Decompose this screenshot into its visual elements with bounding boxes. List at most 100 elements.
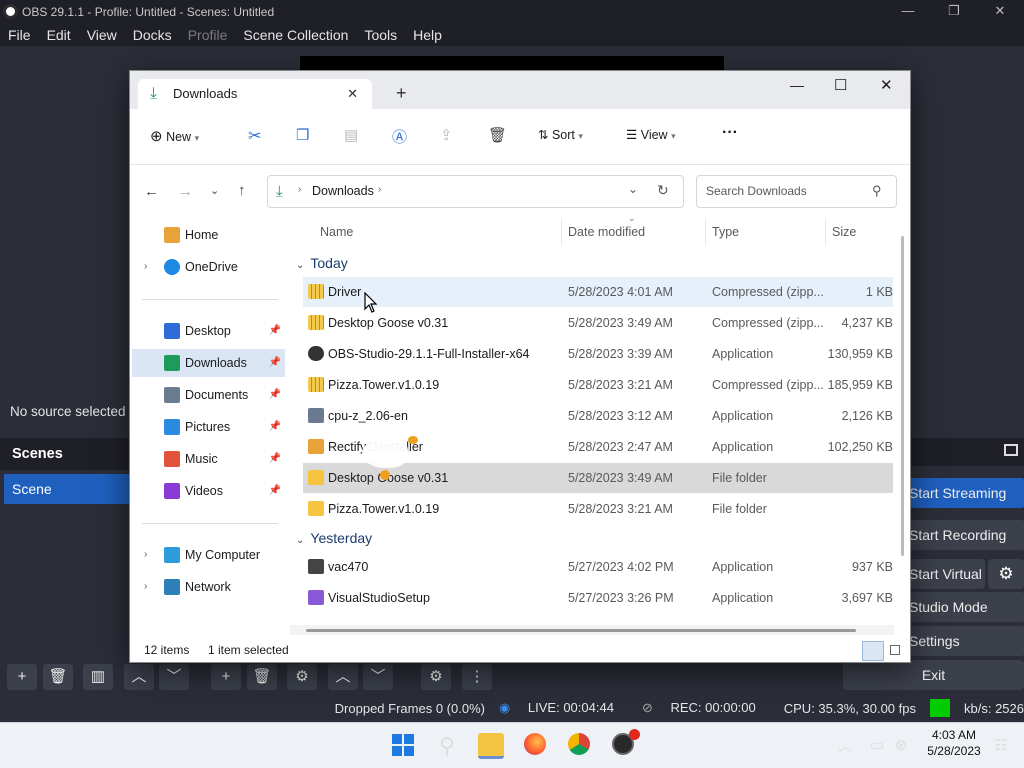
minimize-button[interactable]: — [790,77,804,93]
details-view-icon[interactable] [862,641,884,661]
menu-profile[interactable]: Profile [180,27,236,43]
file-explorer-icon[interactable] [478,733,504,759]
address-bar[interactable]: ⤓ › Downloads › ⌄ ↻ [267,175,684,208]
move-source-up-icon[interactable]: ︿ [328,664,358,690]
nav-my-computer[interactable]: › My Computer [140,541,285,569]
close-button[interactable]: ✕ [880,76,893,94]
sort-button[interactable]: ⇅ Sort ▾ [538,127,583,142]
nav-desktop[interactable]: Desktop 📌 [140,317,285,345]
file-row[interactable]: vac470 5/27/2023 4:02 PM Application 937 KB [303,552,893,582]
undock-icon[interactable] [1004,444,1018,456]
audio-mixer-menu-icon[interactable]: ⋮ [462,664,492,690]
maximize-button[interactable]: ☐ [834,76,847,94]
nav-documents[interactable]: Documents 📌 [140,381,285,409]
taskbar-clock[interactable]: 4:03 AM 5/28/2023 [918,727,990,759]
recent-locations-icon[interactable]: ⌄ [210,184,219,197]
file-row[interactable]: Pizza.Tower.v1.0.19 5/28/2023 3:21 AM File… [303,494,893,524]
virtual-camera-settings-icon[interactable]: ⚙ [988,559,1024,589]
close-tab-icon[interactable]: ✕ [347,79,358,109]
tab-downloads[interactable]: ⤓ Downloads ✕ [138,79,372,109]
firefox-icon[interactable] [522,733,548,759]
address-dropdown-icon[interactable]: ⌄ [628,182,638,196]
share-icon[interactable]: ⇪ [440,126,453,144]
file-row[interactable]: cpu-z_2.06-en 5/28/2023 3:12 AM Applicatio… [303,401,893,431]
vertical-scrollbar[interactable] [901,236,904,556]
cpu-z-app-icon [308,408,324,423]
back-icon[interactable]: ← [144,183,159,200]
obs-taskbar-icon[interactable] [610,729,640,759]
menu-help[interactable]: Help [405,27,450,43]
expand-chevron-icon[interactable]: › [144,573,147,601]
column-name[interactable]: Name [320,225,353,239]
expand-chevron-icon[interactable]: › [144,253,147,281]
file-row[interactable]: OBS-Studio-29.1.1-Full-Installer-x64 5/28… [303,339,893,369]
add-source-icon[interactable]: + [211,664,241,690]
delete-icon[interactable]: 🗑 [488,126,507,144]
more-options-button[interactable]: ··· [722,124,738,142]
nav-downloads[interactable]: Downloads 📌 [132,349,285,377]
audio-mixer-settings-icon[interactable]: ⚙ [421,664,451,690]
chrome-icon[interactable] [566,733,592,759]
column-type[interactable]: Type [712,225,739,239]
start-icon[interactable] [390,733,416,759]
breadcrumb-downloads[interactable]: Downloads [312,184,374,198]
search-box[interactable]: Search Downloads ⚲ [696,175,897,208]
nav-pictures[interactable]: Pictures 📌 [140,413,285,441]
file-row[interactable]: VisualStudioSetup 5/27/2023 3:26 PM Applic… [303,583,893,613]
chevron-down-icon: ▾ [578,131,583,141]
file-row[interactable]: Pizza.Tower.v1.0.19 5/28/2023 3:21 AM Comp… [303,370,893,400]
source-properties-icon[interactable]: ⚙ [287,664,317,690]
up-icon[interactable]: ↑ [238,182,246,199]
volume-muted-icon[interactable]: ⊗ [888,733,914,759]
group-today[interactable]: ⌄ Today [296,255,348,271]
column-size[interactable]: Size [832,225,856,239]
move-source-down-icon[interactable]: ﹀ [363,664,393,690]
nav-music[interactable]: Music 📌 [140,445,285,473]
forward-icon[interactable]: → [178,183,193,200]
file-row[interactable]: Driver 5/28/2023 4:01 AM Compressed (zipp.… [303,277,893,307]
search-icon[interactable]: ⚲ [434,733,460,759]
menu-docks[interactable]: Docks [125,27,180,43]
file-type: Compressed (zipp... [712,378,824,392]
obs-close-button[interactable]: ✕ [977,0,1023,24]
remove-scene-icon[interactable]: 🗑 [43,664,73,690]
obs-app-icon [308,346,324,361]
add-scene-icon[interactable]: + [7,664,37,690]
refresh-icon[interactable]: ↻ [657,182,669,199]
menu-scene-collection[interactable]: Scene Collection [235,27,356,43]
nav-network[interactable]: › Network [140,573,285,601]
group-yesterday[interactable]: ⌄ Yesterday [296,530,372,546]
obs-minimize-button[interactable]: — [885,0,931,24]
nav-onedrive[interactable]: › OneDrive [140,253,285,281]
move-scene-down-icon[interactable]: ﹀ [159,664,189,690]
obs-maximize-button[interactable]: ❐ [931,0,977,24]
network-status-icon[interactable]: ▭ [864,733,890,759]
view-button[interactable]: ☰ View ▾ [626,127,676,142]
scene-list-item[interactable]: Scene [4,474,130,504]
notifications-icon[interactable]: ☷ [988,733,1014,759]
move-scene-up-icon[interactable]: ︿ [124,664,154,690]
nav-videos[interactable]: Videos 📌 [140,477,285,505]
menu-view[interactable]: View [79,27,125,43]
show-hidden-icons-icon[interactable]: ︿ [832,733,858,759]
paste-icon[interactable]: ▤ [344,126,358,144]
new-button[interactable]: ⊕ New ▾ [150,127,199,145]
copy-icon[interactable]: ❐ [296,126,309,144]
scene-filters-icon[interactable]: ▥ [83,664,113,690]
menu-tools[interactable]: Tools [356,27,405,43]
file-row[interactable]: Desktop Goose v0.31 5/28/2023 3:49 AM Comp… [303,308,893,338]
column-date-modified[interactable]: Date modified [568,225,645,239]
expand-chevron-icon[interactable]: › [144,541,147,569]
menu-edit[interactable]: Edit [39,27,79,43]
nav-home[interactable]: Home [140,221,285,249]
tiles-view-icon[interactable] [890,645,900,655]
installer-app-icon [308,439,324,454]
rename-icon[interactable]: Ⓐ [392,126,407,147]
cpu-usage: CPU: 35.3%, 30.00 fps [783,700,916,716]
remove-source-icon[interactable]: 🗑 [247,664,277,690]
exit-button[interactable]: Exit [843,660,1024,690]
menu-file[interactable]: File [0,27,39,43]
cut-icon[interactable]: ✂ [248,126,261,146]
new-tab-button[interactable]: + [396,83,407,104]
horizontal-scrollbar[interactable] [306,629,856,632]
